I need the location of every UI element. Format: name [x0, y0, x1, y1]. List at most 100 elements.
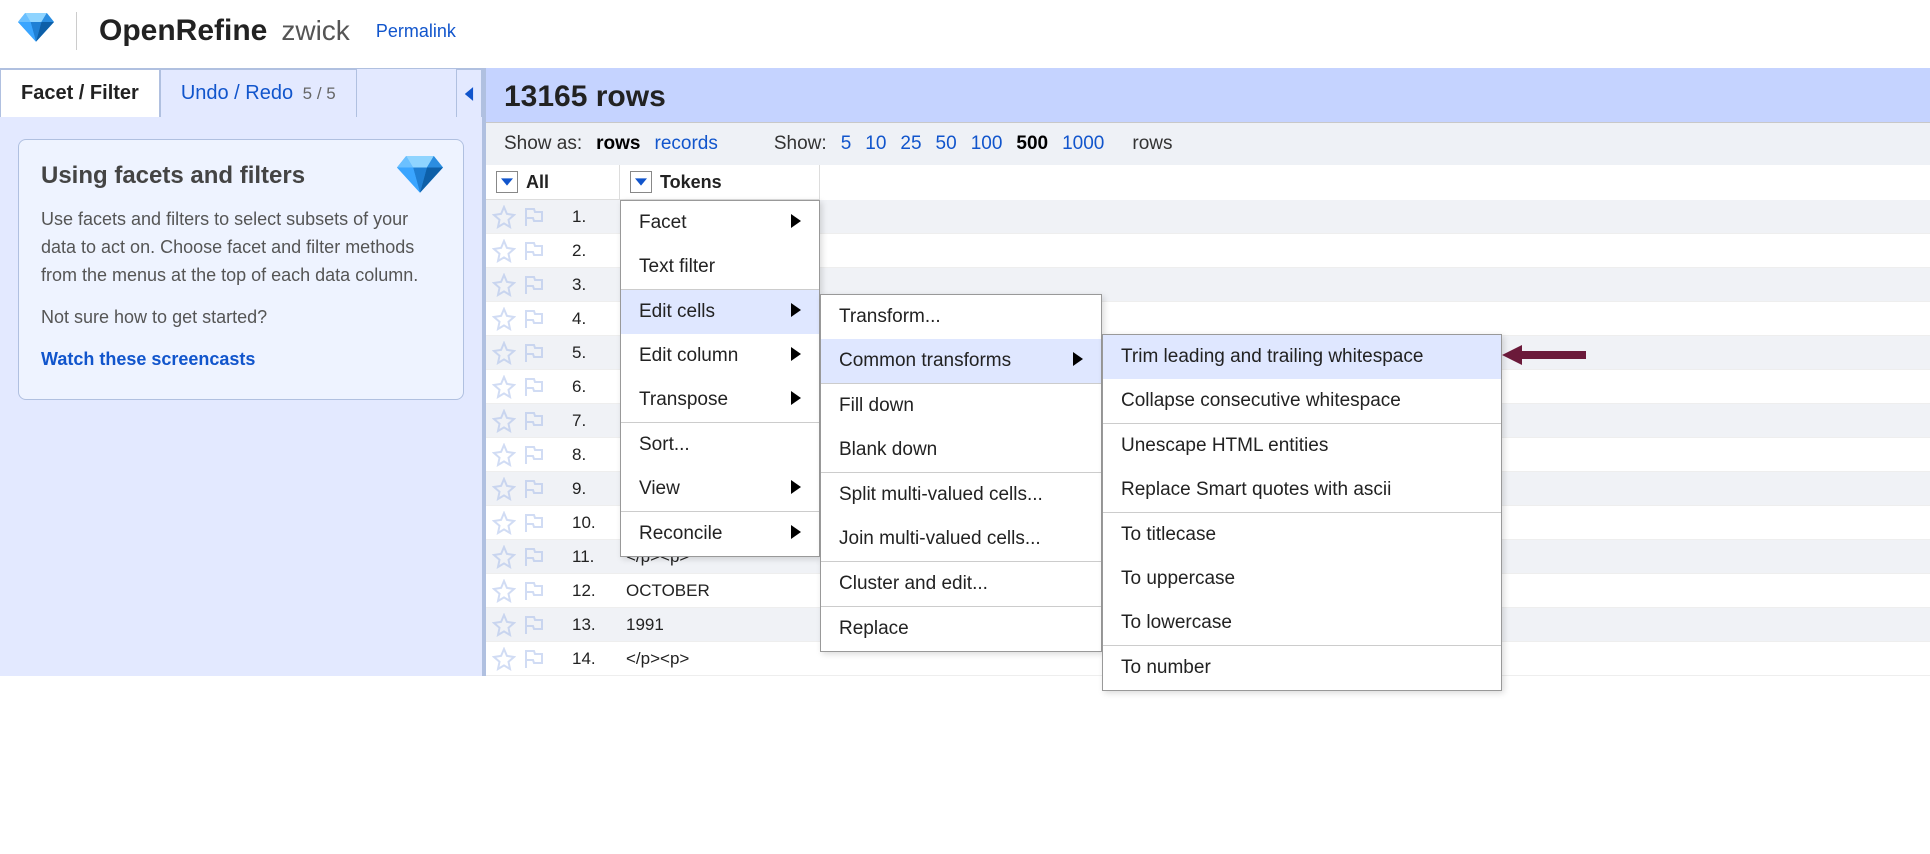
diamond-icon — [397, 156, 443, 202]
menu-item[interactable]: Reconcile — [621, 512, 819, 556]
menu-item[interactable]: Replace — [821, 607, 1101, 651]
pagesize-10[interactable]: 10 — [865, 133, 886, 154]
flag-icon[interactable] — [522, 477, 546, 501]
menu-item-label: To lowercase — [1121, 612, 1232, 634]
menu-item[interactable]: Replace Smart quotes with ascii — [1103, 468, 1501, 512]
menu-item[interactable]: Edit cells — [621, 290, 819, 334]
flag-icon[interactable] — [522, 273, 546, 297]
menu-item[interactable]: Collapse consecutive whitespace — [1103, 379, 1501, 423]
star-icon[interactable] — [492, 579, 516, 603]
rows-trailing: rows — [1132, 133, 1172, 155]
row-number: 9. — [568, 479, 620, 499]
menu-item-label: Edit cells — [639, 301, 715, 323]
star-icon[interactable] — [492, 375, 516, 399]
menu-item-label: Replace — [839, 618, 909, 640]
collapse-panel-button[interactable] — [456, 69, 482, 117]
menu-item[interactable]: Blank down — [821, 428, 1101, 472]
star-icon[interactable] — [492, 239, 516, 263]
star-icon[interactable] — [492, 443, 516, 467]
menu-item[interactable]: Join multi-valued cells... — [821, 517, 1101, 561]
menu-item-label: Edit column — [639, 345, 738, 367]
facet-help-p1: Use facets and filters to select subsets… — [41, 206, 441, 290]
star-icon[interactable] — [492, 205, 516, 229]
flag-icon[interactable] — [522, 205, 546, 229]
menu-item[interactable]: To uppercase — [1103, 557, 1501, 601]
flag-icon[interactable] — [522, 545, 546, 569]
column-menu: Facet Text filter Edit cells Edit column Tra… — [620, 200, 820, 557]
menu-item[interactable]: Trim leading and trailing whitespace — [1103, 335, 1501, 379]
column-tokens-menu-button[interactable] — [630, 171, 652, 193]
star-icon[interactable] — [492, 273, 516, 297]
common-transforms-submenu: Trim leading and trailing whitespaceColl… — [1102, 334, 1502, 691]
menu-item[interactable]: Sort... — [621, 423, 819, 467]
menu-item[interactable]: Text filter — [621, 245, 819, 289]
logo-icon — [18, 13, 54, 49]
facet-help-box: Using facets and filters Use facets and … — [18, 139, 464, 400]
column-all-menu-button[interactable] — [496, 171, 518, 193]
view-options-bar: Show as: rows records Show: 510255010050… — [486, 122, 1930, 165]
menu-item-label: Cluster and edit... — [839, 573, 988, 595]
menu-item[interactable]: Edit column — [621, 334, 819, 378]
row-number: 6. — [568, 377, 620, 397]
menu-item-label: Unescape HTML entities — [1121, 435, 1328, 457]
flag-icon[interactable] — [522, 239, 546, 263]
row-number: 1. — [568, 207, 620, 227]
menu-item-label: To titlecase — [1121, 524, 1216, 546]
menu-item[interactable]: To lowercase — [1103, 601, 1501, 645]
menu-item[interactable]: Unescape HTML entities — [1103, 424, 1501, 468]
flag-icon[interactable] — [522, 443, 546, 467]
menu-item[interactable]: View — [621, 467, 819, 511]
flag-icon[interactable] — [522, 409, 546, 433]
menu-item[interactable]: To titlecase — [1103, 513, 1501, 557]
flag-icon[interactable] — [522, 341, 546, 365]
flag-icon[interactable] — [522, 307, 546, 331]
menu-item[interactable]: Facet — [621, 201, 819, 245]
submenu-arrow-icon — [791, 345, 801, 367]
star-icon[interactable] — [492, 545, 516, 569]
column-all: All — [486, 165, 620, 200]
pagesize-500[interactable]: 500 — [1016, 133, 1048, 154]
menu-item[interactable]: Split multi-valued cells... — [821, 473, 1101, 517]
star-icon[interactable] — [492, 477, 516, 501]
submenu-arrow-icon — [791, 523, 801, 545]
showas-records[interactable]: records — [655, 133, 718, 155]
pagesize-25[interactable]: 25 — [900, 133, 921, 154]
menu-item[interactable]: Fill down — [821, 384, 1101, 428]
menu-item-label: Blank down — [839, 439, 937, 461]
pagesize-5[interactable]: 5 — [841, 133, 852, 154]
row-number: 14. — [568, 649, 620, 669]
menu-item[interactable]: Common transforms — [821, 339, 1101, 383]
menu-item-label: Text filter — [639, 256, 715, 278]
showas-rows[interactable]: rows — [596, 133, 640, 155]
tab-facet-filter[interactable]: Facet / Filter — [0, 69, 160, 117]
menu-item[interactable]: Transform... — [821, 295, 1101, 339]
star-icon[interactable] — [492, 613, 516, 637]
pagesize-100[interactable]: 100 — [971, 133, 1003, 154]
star-icon[interactable] — [492, 307, 516, 331]
flag-icon[interactable] — [522, 647, 546, 671]
pagesize-50[interactable]: 50 — [936, 133, 957, 154]
menu-item-label: Transform... — [839, 306, 941, 328]
column-all-label: All — [526, 172, 549, 193]
star-icon[interactable] — [492, 511, 516, 535]
menu-item[interactable]: Transpose — [621, 378, 819, 422]
star-icon[interactable] — [492, 341, 516, 365]
star-icon[interactable] — [492, 409, 516, 433]
flag-icon[interactable] — [522, 511, 546, 535]
menu-item[interactable]: Cluster and edit... — [821, 562, 1101, 606]
flag-icon[interactable] — [522, 579, 546, 603]
edit-cells-submenu: Transform... Common transformsFill down Bl… — [820, 294, 1102, 652]
facet-help-p2: Not sure how to get started? — [41, 304, 441, 332]
row-number: 11. — [568, 547, 620, 567]
row-number: 10. — [568, 513, 620, 533]
tab-undo-redo[interactable]: Undo / Redo 5 / 5 — [160, 69, 357, 117]
submenu-arrow-icon — [791, 212, 801, 234]
flag-icon[interactable] — [522, 613, 546, 637]
menu-item[interactable]: To number — [1103, 646, 1501, 690]
screencasts-link[interactable]: Watch these screencasts — [41, 349, 255, 369]
permalink-link[interactable]: Permalink — [376, 21, 456, 42]
row-number: 8. — [568, 445, 620, 465]
flag-icon[interactable] — [522, 375, 546, 399]
star-icon[interactable] — [492, 647, 516, 671]
pagesize-1000[interactable]: 1000 — [1062, 133, 1104, 154]
